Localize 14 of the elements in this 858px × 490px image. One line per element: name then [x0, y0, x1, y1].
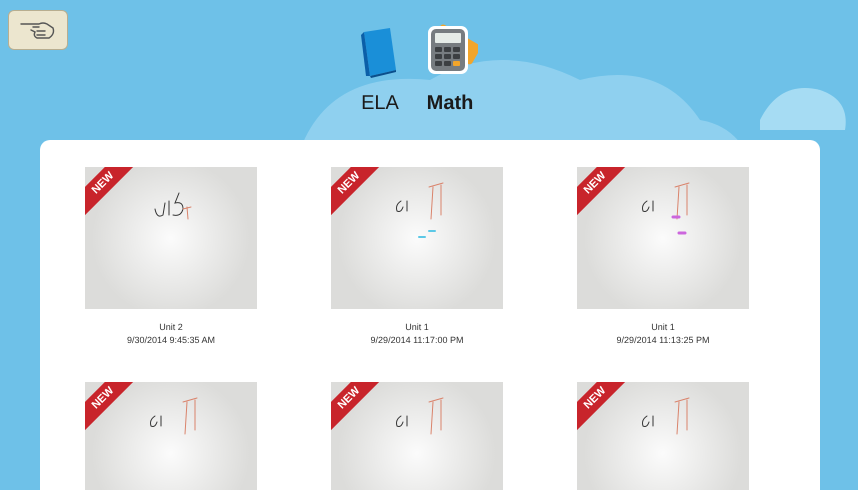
drawing-title: Unit 1	[651, 321, 675, 334]
drawing-date: 9/29/2014 11:17:00 PM	[370, 334, 464, 347]
handwriting-drawing	[148, 397, 200, 437]
handwriting-drawing	[153, 192, 193, 222]
handwriting-drawing	[394, 182, 446, 240]
drawing-date: 9/30/2014 9:45:35 AM	[126, 334, 216, 347]
subject-tab[interactable]: Math	[422, 22, 478, 118]
drawing-title: Unit 1	[405, 321, 429, 334]
subject-tab[interactable]: ELA	[360, 26, 400, 118]
back-button[interactable]	[8, 10, 68, 50]
handwriting-drawing	[640, 397, 692, 437]
handwriting-drawing	[394, 397, 446, 437]
drawing-title: Unit 2	[159, 321, 183, 334]
drawing-date: 9/29/2014 11:13:25 PM	[616, 334, 710, 347]
